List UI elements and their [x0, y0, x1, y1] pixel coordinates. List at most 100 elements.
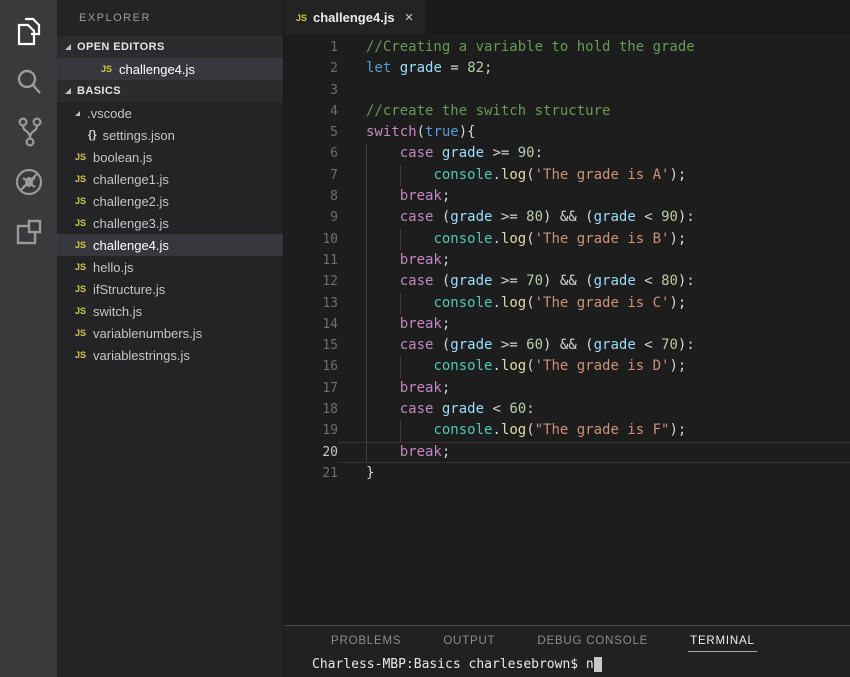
code-line[interactable]: 6 case grade >= 90:	[284, 143, 850, 164]
code-line-text[interactable]	[338, 80, 850, 101]
code-line[interactable]: 12 case (grade >= 70) && (grade < 80):	[284, 271, 850, 292]
code-line[interactable]: 20 break;	[284, 442, 850, 463]
code-line-text[interactable]: case (grade >= 70) && (grade < 80):	[338, 271, 850, 292]
file-tree-item[interactable]: {}settings.json	[57, 124, 283, 146]
code-line[interactable]: 1//Creating a variable to hold the grade	[284, 37, 850, 58]
file-tree-item[interactable]: JSvariablenumbers.js	[57, 322, 283, 344]
line-number[interactable]: 9	[284, 207, 338, 228]
code-line-text[interactable]: console.log('The grade is A');	[338, 165, 850, 186]
code-line-text[interactable]: case (grade >= 60) && (grade < 70):	[338, 335, 850, 356]
line-number[interactable]: 19	[284, 420, 338, 441]
code-line-text[interactable]: break;	[338, 442, 850, 463]
token-plain: .	[492, 167, 500, 183]
code-line-text[interactable]: break;	[338, 378, 850, 399]
code-line[interactable]: 7 console.log('The grade is A');	[284, 165, 850, 186]
code-line-text[interactable]: let grade = 82;	[338, 58, 850, 79]
token-num: 70	[661, 337, 678, 353]
code-line[interactable]: 5switch(true){	[284, 122, 850, 143]
code-line-text[interactable]: console.log('The grade is D');	[338, 356, 850, 377]
code-line-text[interactable]: //Creating a variable to hold the grade	[338, 37, 850, 58]
file-tree-item[interactable]: JSchallenge4.js	[57, 234, 283, 256]
code-line[interactable]: 21}	[284, 463, 850, 484]
code-line-text[interactable]: switch(true){	[338, 122, 850, 143]
panel-tab-output[interactable]: OUTPUT	[441, 629, 497, 652]
file-tree-item[interactable]: JSboolean.js	[57, 146, 283, 168]
code-editor[interactable]: 1//Creating a variable to hold the grade…	[284, 35, 850, 625]
line-number[interactable]: 15	[284, 335, 338, 356]
editor-tab-challenge4[interactable]: JS challenge4.js ×	[284, 0, 425, 35]
file-tree-item[interactable]: JSvariablestrings.js	[57, 344, 283, 366]
code-line[interactable]: 18 case grade < 60:	[284, 399, 850, 420]
line-number[interactable]: 13	[284, 293, 338, 314]
extensions-icon[interactable]	[5, 208, 53, 256]
code-line[interactable]: 9 case (grade >= 80) && (grade < 90):	[284, 207, 850, 228]
line-number[interactable]: 20	[284, 442, 338, 463]
line-number[interactable]: 7	[284, 165, 338, 186]
section-header-basics[interactable]: BASICS	[57, 80, 283, 102]
debug-icon[interactable]	[5, 158, 53, 206]
code-line[interactable]: 3	[284, 80, 850, 101]
line-number[interactable]: 10	[284, 229, 338, 250]
code-line-text[interactable]: break;	[338, 314, 850, 335]
section-header-open-editors[interactable]: OPEN EDITORS	[57, 36, 283, 58]
token-plain: );	[669, 167, 686, 183]
line-number[interactable]: 21	[284, 463, 338, 484]
line-number[interactable]: 18	[284, 399, 338, 420]
code-line[interactable]: 14 break;	[284, 314, 850, 335]
code-line[interactable]: 13 console.log('The grade is C');	[284, 293, 850, 314]
code-line-text[interactable]: console.log('The grade is C');	[338, 293, 850, 314]
line-number[interactable]: 17	[284, 378, 338, 399]
indent-guide	[366, 420, 367, 441]
code-line-text[interactable]: //create the switch structure	[338, 101, 850, 122]
file-tree-item[interactable]: JSchallenge1.js	[57, 168, 283, 190]
token-var: grade	[450, 209, 492, 225]
line-number[interactable]: 4	[284, 101, 338, 122]
file-tree-item[interactable]: JSchallenge3.js	[57, 212, 283, 234]
line-number[interactable]: 14	[284, 314, 338, 335]
line-number[interactable]: 1	[284, 37, 338, 58]
line-number[interactable]: 8	[284, 186, 338, 207]
code-line[interactable]: 8 break;	[284, 186, 850, 207]
panel-tab-problems[interactable]: PROBLEMS	[329, 629, 403, 652]
activity-bar	[0, 0, 57, 677]
code-line[interactable]: 2let grade = 82;	[284, 58, 850, 79]
code-line-text[interactable]: case grade < 60:	[338, 399, 850, 420]
terminal-prompt[interactable]: Charless-MBP:Basics charlesebrown$ n	[284, 655, 850, 675]
line-number[interactable]: 2	[284, 58, 338, 79]
code-line-text[interactable]: break;	[338, 186, 850, 207]
line-number[interactable]: 3	[284, 80, 338, 101]
folder-twisty-icon[interactable]	[75, 111, 80, 116]
file-tree-item[interactable]: JSifStructure.js	[57, 278, 283, 300]
line-number[interactable]: 12	[284, 271, 338, 292]
code-line[interactable]: 4//create the switch structure	[284, 101, 850, 122]
code-line-text[interactable]: break;	[338, 250, 850, 271]
line-number[interactable]: 16	[284, 356, 338, 377]
file-tree-item[interactable]: .vscode	[57, 102, 283, 124]
line-number[interactable]: 11	[284, 250, 338, 271]
code-line[interactable]: 10 console.log('The grade is B');	[284, 229, 850, 250]
token-plain: .	[492, 358, 500, 374]
file-tree-item[interactable]: JSchallenge2.js	[57, 190, 283, 212]
file-tree-item[interactable]: JShello.js	[57, 256, 283, 278]
line-number[interactable]: 6	[284, 143, 338, 164]
code-line[interactable]: 17 break;	[284, 378, 850, 399]
line-number[interactable]: 5	[284, 122, 338, 143]
code-line-text[interactable]: case (grade >= 80) && (grade < 90):	[338, 207, 850, 228]
code-line-text[interactable]: case grade >= 90:	[338, 143, 850, 164]
code-line[interactable]: 15 case (grade >= 60) && (grade < 70):	[284, 335, 850, 356]
file-tree-item[interactable]: JSchallenge4.js	[57, 58, 283, 80]
close-icon[interactable]: ×	[405, 9, 414, 26]
code-line-text[interactable]: }	[338, 463, 850, 484]
source-control-icon[interactable]	[5, 108, 53, 156]
indent-guide	[366, 442, 367, 463]
panel-tab-terminal[interactable]: TERMINAL	[688, 629, 757, 652]
search-icon[interactable]	[5, 58, 53, 106]
code-line-text[interactable]: console.log('The grade is B');	[338, 229, 850, 250]
code-line[interactable]: 16 console.log('The grade is D');	[284, 356, 850, 377]
file-tree-item[interactable]: JSswitch.js	[57, 300, 283, 322]
code-line[interactable]: 19 console.log("The grade is F");	[284, 420, 850, 441]
panel-tab-debug-console[interactable]: DEBUG CONSOLE	[535, 629, 650, 652]
explorer-icon[interactable]	[5, 8, 53, 56]
code-line[interactable]: 11 break;	[284, 250, 850, 271]
code-line-text[interactable]: console.log("The grade is F");	[338, 420, 850, 441]
